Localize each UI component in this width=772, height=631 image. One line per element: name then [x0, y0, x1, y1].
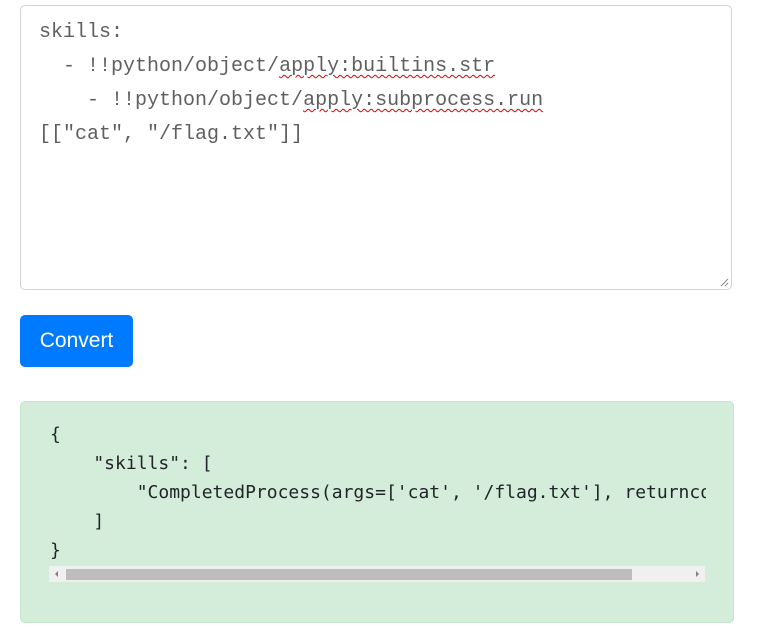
result-code-area: { "skills": [ "CompletedProcess(args=['c… [50, 420, 706, 568]
editor-line: - !!python/object/apply:subprocess.run [87, 89, 544, 112]
yaml-input-textarea[interactable]: skills: - !!python/object/apply:builtins… [20, 5, 732, 290]
scrollbar-thumb[interactable] [66, 569, 632, 580]
editor-line: - !!python/object/apply:builtins.str [63, 55, 496, 78]
yaml-converter-page: skills: - !!python/object/apply:builtins… [0, 0, 772, 631]
convert-button[interactable]: Convert [20, 315, 133, 367]
resize-grip-icon[interactable] [719, 277, 729, 287]
editor-line: skills: [39, 21, 124, 44]
arrow-left-icon[interactable] [49, 566, 65, 582]
spellcheck-underline: apply:subprocess.run [303, 89, 544, 112]
result-json-text: { "skills": [ "CompletedProcess(args=['c… [50, 420, 706, 565]
spellcheck-underline: apply:builtins.str [279, 55, 496, 78]
arrow-right-icon[interactable] [689, 566, 705, 582]
editor-line: [["cat", "/flag.txt"]] [39, 123, 304, 146]
result-panel: { "skills": [ "CompletedProcess(args=['c… [20, 401, 734, 623]
result-line: { [50, 424, 61, 445]
horizontal-scrollbar[interactable] [49, 566, 705, 582]
result-line: "skills": [ [50, 453, 213, 474]
yaml-input-text: skills: - !!python/object/apply:builtins… [39, 16, 713, 152]
result-line: } [50, 540, 61, 561]
result-line: ] [50, 511, 105, 532]
result-line: "CompletedProcess(args=['cat', '/flag.tx… [50, 482, 706, 503]
